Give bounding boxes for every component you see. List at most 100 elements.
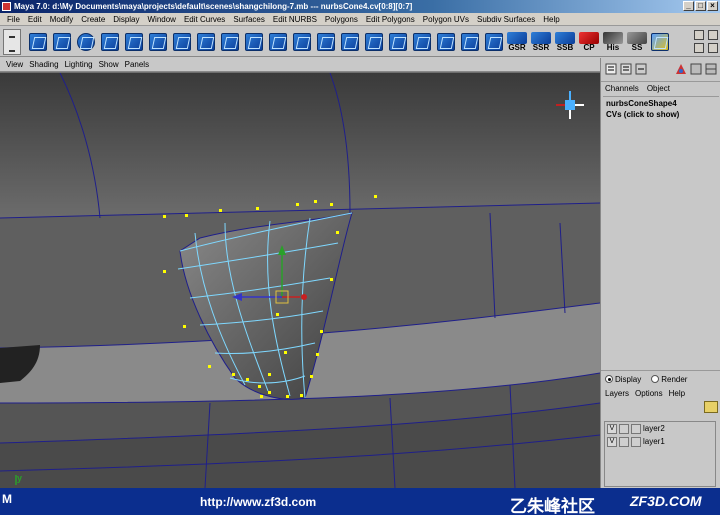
shelf-tool-icon[interactable] <box>412 32 432 52</box>
layer-visibility-toggle[interactable]: V <box>607 423 617 434</box>
shelf-tool-icon[interactable] <box>172 32 192 52</box>
display-radio-indicator <box>605 375 613 383</box>
shelf-toolbar: GSR SSR SSB CP His SS <box>0 27 720 57</box>
shelf-gsr-button[interactable]: GSR <box>505 32 529 54</box>
menu-edit-nurbs[interactable]: Edit NURBS <box>269 13 321 25</box>
minimize-button[interactable]: _ <box>683 1 694 11</box>
shelf-tool-icon[interactable] <box>28 32 48 52</box>
viewport-canvas[interactable]: y <box>0 73 600 488</box>
layer-type-toggle[interactable] <box>619 436 629 447</box>
layer-name[interactable]: layer2 <box>643 424 665 433</box>
shelf-tool-icon[interactable] <box>460 32 480 52</box>
menu-help[interactable]: Help <box>539 13 563 25</box>
viewport-menu-panels[interactable]: Panels <box>122 58 152 71</box>
menu-subdiv-surfaces[interactable]: Subdiv Surfaces <box>473 13 539 25</box>
shelf-tool-icon[interactable] <box>100 32 120 52</box>
menu-edit[interactable]: Edit <box>24 13 46 25</box>
shelf-tool-icon[interactable] <box>436 32 456 52</box>
cvs-hint[interactable]: CVs (click to show) <box>603 108 719 119</box>
layer-row[interactable]: V layer2 <box>605 422 715 435</box>
menu-edit-curves[interactable]: Edit Curves <box>180 13 229 25</box>
tab-object[interactable]: Object <box>647 84 670 93</box>
maya-app-icon <box>2 2 11 11</box>
layer-color-swatch[interactable] <box>631 436 641 447</box>
maximize-button[interactable]: □ <box>695 1 706 11</box>
viewport-menu-shading[interactable]: Shading <box>26 58 61 71</box>
render-radio[interactable]: Render <box>651 375 687 384</box>
channel-box-toolbar <box>601 58 720 82</box>
perspective-viewport: View Shading Lighting Show Panels y <box>0 58 600 488</box>
shelf-scroll-down-icon[interactable] <box>708 43 718 53</box>
shelf-tool-icon[interactable] <box>196 32 216 52</box>
menu-file[interactable]: File <box>3 13 24 25</box>
shelf-ssb-button[interactable]: SSB <box>553 32 577 54</box>
layer-color-swatch[interactable] <box>631 423 641 434</box>
shelf-tool-icon[interactable] <box>484 32 504 52</box>
shelf-settings-icon[interactable] <box>694 30 704 40</box>
layer-visibility-toggle[interactable]: V <box>607 436 617 447</box>
shelf-tool-icon[interactable] <box>268 32 288 52</box>
channel-box-mode-icon[interactable] <box>605 63 617 75</box>
window-title: Maya 7.0: d:\My Documents\maya\projects\… <box>14 2 413 11</box>
shelf-his-button[interactable]: His <box>601 32 625 54</box>
layers-menu-options[interactable]: Options <box>635 389 663 398</box>
shelf-cube-icon[interactable] <box>650 32 670 52</box>
channel-box-panel: Channels Object nurbsConeShape4 CVs (cli… <box>600 58 720 488</box>
shelf-tool-icon[interactable] <box>388 32 408 52</box>
shelf-scroll-up-icon[interactable] <box>694 43 704 53</box>
menu-edit-polygons[interactable]: Edit Polygons <box>362 13 419 25</box>
shelf-tool-icon[interactable] <box>220 32 240 52</box>
layer-editor: Display Render Layers Options Help V lay… <box>601 370 720 488</box>
shelf-tool-icon[interactable] <box>124 32 144 52</box>
panel-layout-icon[interactable] <box>705 63 717 75</box>
layers-menu-help[interactable]: Help <box>669 389 685 398</box>
tab-channels[interactable]: Channels <box>605 84 639 93</box>
menu-modify[interactable]: Modify <box>46 13 78 25</box>
shelf-tool-icon[interactable] <box>340 32 360 52</box>
main-menu-bar: File Edit Modify Create Display Window E… <box>0 13 720 26</box>
watermark-footer: M http://www.zf3d.com 乙朱峰社区 ZF3D.COM <box>0 488 720 515</box>
object-name[interactable]: nurbsConeShape4 <box>603 97 719 108</box>
shelf-tool-icon[interactable] <box>244 32 264 52</box>
new-layer-icon[interactable] <box>704 401 718 413</box>
menu-polygons[interactable]: Polygons <box>321 13 362 25</box>
shelf-tool-icon[interactable] <box>316 32 336 52</box>
footer-url: http://www.zf3d.com <box>200 495 317 509</box>
menu-display[interactable]: Display <box>109 13 143 25</box>
shelf-menu-tab[interactable] <box>3 29 21 55</box>
shelf-trash-icon[interactable] <box>708 30 718 40</box>
manipulator-icon[interactable] <box>675 63 687 75</box>
layer-name[interactable]: layer1 <box>643 437 665 446</box>
viewport-menu-view[interactable]: View <box>3 58 26 71</box>
menu-polygon-uvs[interactable]: Polygon UVs <box>419 13 473 25</box>
channel-box-content: nurbsConeShape4 CVs (click to show) <box>603 96 719 368</box>
shelf-ss-button[interactable]: SS <box>625 32 649 54</box>
render-radio-indicator <box>651 375 660 383</box>
axis-y-label: y <box>17 473 23 483</box>
shelf-cp-button[interactable]: CP <box>577 32 601 54</box>
shelf-tool-icon[interactable] <box>364 32 384 52</box>
display-toggle-icon[interactable] <box>690 63 702 75</box>
layers-menu-layers[interactable]: Layers <box>605 389 629 398</box>
attribute-editor-icon[interactable] <box>620 63 632 75</box>
shelf-side-tools <box>688 27 720 57</box>
layer-type-toggle[interactable] <box>619 423 629 434</box>
close-button[interactable]: × <box>707 1 718 11</box>
footer-cn-logo: 乙朱峰社区 <box>510 497 595 515</box>
viewport-menu-show[interactable]: Show <box>96 58 122 71</box>
menu-surfaces[interactable]: Surfaces <box>229 13 269 25</box>
shelf-ssr-button[interactable]: SSR <box>529 32 553 54</box>
menu-window[interactable]: Window <box>144 13 180 25</box>
footer-left-mark: M <box>2 492 12 506</box>
tool-settings-icon[interactable] <box>635 63 647 75</box>
shelf-tool-icon[interactable] <box>292 32 312 52</box>
scene-render <box>0 73 600 488</box>
viewport-menu-lighting[interactable]: Lighting <box>62 58 96 71</box>
channel-box-tabs: Channels Object <box>605 84 670 93</box>
layer-row[interactable]: V layer1 <box>605 435 715 448</box>
shelf-tool-icon[interactable] <box>148 32 168 52</box>
menu-create[interactable]: Create <box>77 13 109 25</box>
shelf-sphere-icon[interactable] <box>76 32 96 52</box>
shelf-tool-icon[interactable] <box>52 32 72 52</box>
display-radio[interactable]: Display <box>605 375 641 384</box>
